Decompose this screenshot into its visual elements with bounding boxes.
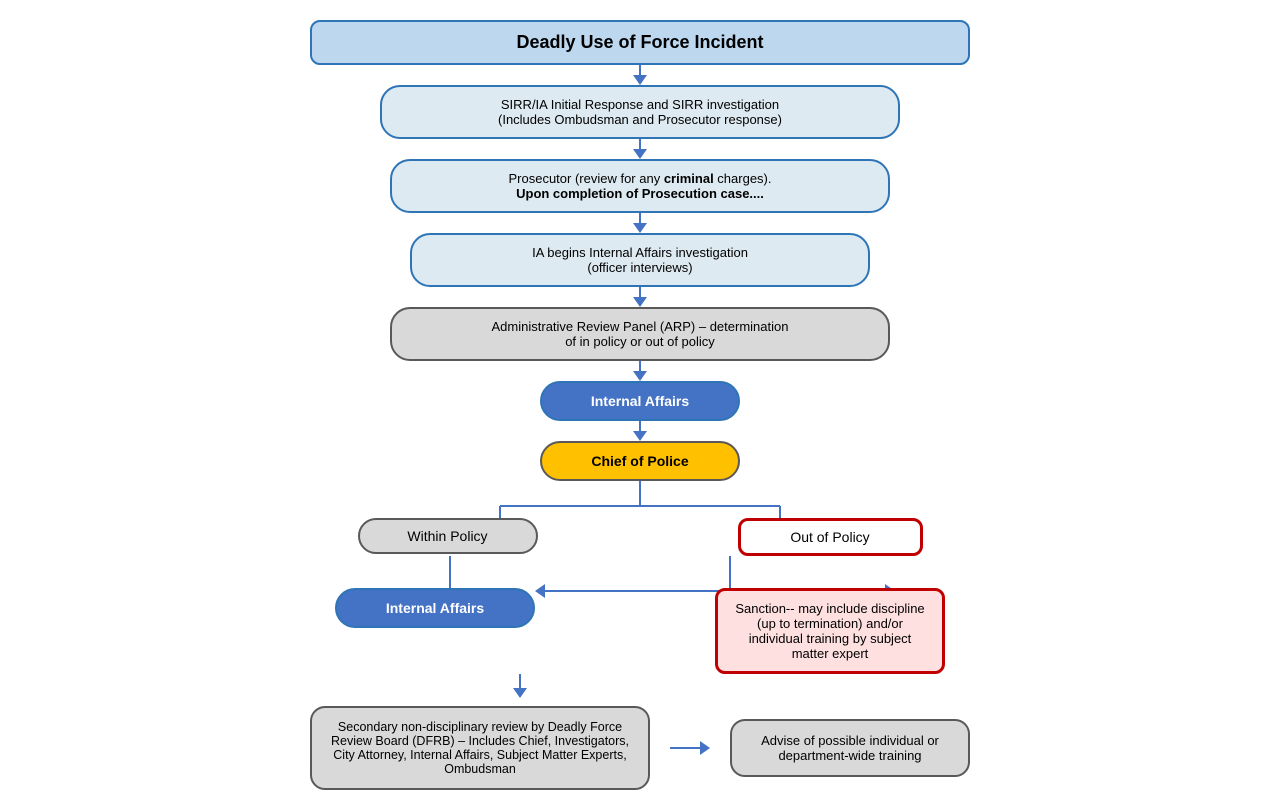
secondary-review-box: Secondary non-disciplinary review by Dea…: [310, 706, 650, 790]
connector-bottom: [513, 674, 527, 698]
h-arrowhead: [700, 741, 710, 755]
internal-affairs-top-box: Internal Affairs: [540, 381, 740, 421]
connector-4: [633, 287, 647, 307]
sanction-text: Sanction-- may include discipline (up to…: [735, 601, 924, 661]
out-of-policy-section: Out of Policy: [738, 518, 923, 556]
sanction-box: Sanction-- may include discipline (up to…: [715, 588, 945, 674]
within-policy-box: Within Policy: [358, 518, 538, 554]
policy-row: Within Policy Out of Policy: [0, 518, 1280, 556]
arrow-4: [633, 297, 647, 307]
branch-arrows: [290, 481, 990, 518]
diagram: Deadly Use of Force Incident SIRR/IA Ini…: [0, 0, 1280, 800]
connector-2: [633, 139, 647, 159]
sirr-ia-box: SIRR/IA Initial Response and SIRR invest…: [380, 85, 900, 139]
chief-of-police-text: Chief of Police: [591, 453, 688, 469]
advise-box: Advise of possible individual or departm…: [730, 719, 970, 777]
horizontal-arrow: [670, 741, 710, 755]
arrow-3: [633, 223, 647, 233]
internal-affairs-bottom-text: Internal Affairs: [386, 600, 484, 616]
bottom-ia-row: Internal Affairs Sanction-- may include …: [0, 588, 1280, 674]
arrow-1: [633, 75, 647, 85]
prosecutor-text-bold: criminal: [664, 171, 714, 186]
connector-3: [633, 213, 647, 233]
prosecutor-box: Prosecutor (review for any criminal char…: [390, 159, 890, 213]
arrow-6: [633, 431, 647, 441]
prosecutor-text-3: Upon completion of Prosecution case....: [516, 186, 764, 201]
connector-1: [633, 65, 647, 85]
arp-text-2: of in policy or out of policy: [565, 334, 715, 349]
arrow-2: [633, 149, 647, 159]
bottom-ia-section: Internal Affairs: [335, 588, 535, 628]
arp-text-1: Administrative Review Panel (ARP) – dete…: [492, 319, 789, 334]
h-line: [670, 747, 700, 749]
out-of-policy-text: Out of Policy: [790, 529, 869, 545]
arrow-to-secondary: [190, 674, 1090, 698]
internal-affairs-bottom-box: Internal Affairs: [335, 588, 535, 628]
arrow-5: [633, 371, 647, 381]
out-of-policy-box: Out of Policy: [738, 518, 923, 556]
prosecutor-text-1: Prosecutor (review for any: [508, 171, 663, 186]
internal-affairs-top-text: Internal Affairs: [591, 393, 689, 409]
sirr-ia-text: SIRR/IA Initial Response and SIRR invest…: [498, 97, 782, 127]
ia-begins-box: IA begins Internal Affairs investigation…: [410, 233, 870, 287]
within-policy-text: Within Policy: [407, 528, 487, 544]
connector-5: [633, 361, 647, 381]
prosecutor-text-2: charges).: [714, 171, 772, 186]
title-text: Deadly Use of Force Incident: [516, 32, 763, 52]
arp-box: Administrative Review Panel (ARP) – dete…: [390, 307, 890, 361]
secondary-review-text: Secondary non-disciplinary review by Dea…: [331, 720, 629, 776]
bottom-section: Secondary non-disciplinary review by Dea…: [0, 706, 1280, 790]
arrow-bottom: [513, 688, 527, 698]
chief-of-police-box: Chief of Police: [540, 441, 740, 481]
connector-6: [633, 421, 647, 441]
title-box: Deadly Use of Force Incident: [310, 20, 970, 65]
advise-text: Advise of possible individual or departm…: [761, 733, 939, 763]
within-policy-section: Within Policy: [358, 518, 538, 554]
ia-begins-text: IA begins Internal Affairs investigation…: [532, 245, 748, 275]
